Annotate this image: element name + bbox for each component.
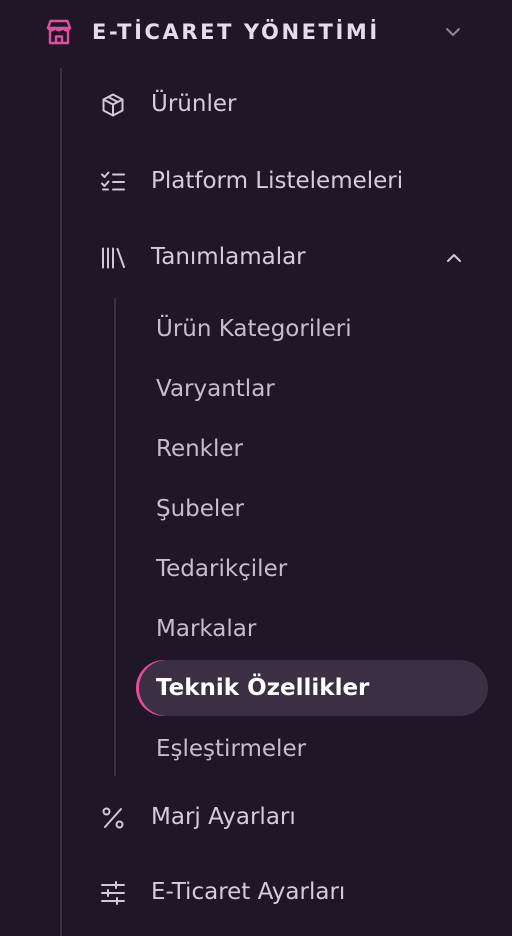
sub-item-label: Markalar (156, 616, 257, 642)
nav-label-tanimlamalar: Tanımlamalar (151, 244, 306, 270)
nav-item-platform-listelemeleri[interactable]: Platform Listelemeleri (64, 151, 504, 211)
sub-item-label: Varyantlar (156, 376, 275, 402)
sub-item-label: Teknik Özellikler (156, 675, 370, 701)
section-header-e-ticaret[interactable]: E-TİCARET YÖNETİMİ (0, 0, 512, 64)
sub-item-label: Ürün Kategorileri (156, 316, 352, 342)
sub-item-renkler[interactable]: Renkler (136, 421, 488, 477)
nav-label-marj-ayarlari: Marj Ayarları (151, 804, 296, 830)
sub-item-markalar[interactable]: Markalar (136, 601, 488, 657)
checklist-icon (100, 169, 126, 195)
sliders-icon (100, 880, 126, 906)
section-title: E-TİCARET YÖNETİMİ (92, 20, 380, 44)
library-icon (100, 245, 126, 271)
sub-item-label: Eşleştirmeler (156, 736, 307, 762)
nav-item-marj-ayarlari[interactable]: Marj Ayarları (64, 787, 504, 847)
nav-label-platform-listelemeleri: Platform Listelemeleri (151, 168, 404, 194)
sub-item-subeler[interactable]: Şubeler (136, 481, 488, 537)
nav-item-e-ticaret-ayarlari[interactable]: E-Ticaret Ayarları (64, 862, 504, 922)
store-icon (43, 16, 75, 48)
tree-line-outer (60, 68, 62, 936)
sub-item-label: Şubeler (156, 496, 244, 522)
nav-item-urunler[interactable]: Ürünler (64, 74, 504, 134)
chevron-down-icon[interactable] (441, 20, 465, 44)
cube-icon (100, 92, 126, 118)
sub-item-tedarikciler[interactable]: Tedarikçiler (136, 541, 488, 597)
chevron-up-icon[interactable] (442, 246, 466, 270)
sidebar-panel: E-TİCARET YÖNETİMİ Ürünler Platform List… (0, 0, 512, 936)
sub-item-label: Renkler (156, 436, 243, 462)
percent-icon (100, 805, 126, 831)
sub-item-urun-kategorileri[interactable]: Ürün Kategorileri (136, 301, 488, 357)
sub-item-teknik-ozellikler[interactable]: Teknik Özellikler (136, 660, 488, 716)
nav-label-urunler: Ürünler (151, 91, 237, 117)
sub-item-eslestirmeler[interactable]: Eşleştirmeler (136, 721, 488, 777)
tree-line-inner (114, 298, 116, 776)
sub-item-varyantlar[interactable]: Varyantlar (136, 361, 488, 417)
nav-item-tanimlamalar[interactable]: Tanımlamalar (64, 227, 504, 287)
sub-item-label: Tedarikçiler (156, 556, 288, 582)
nav-label-e-ticaret-ayarlari: E-Ticaret Ayarları (151, 879, 346, 905)
